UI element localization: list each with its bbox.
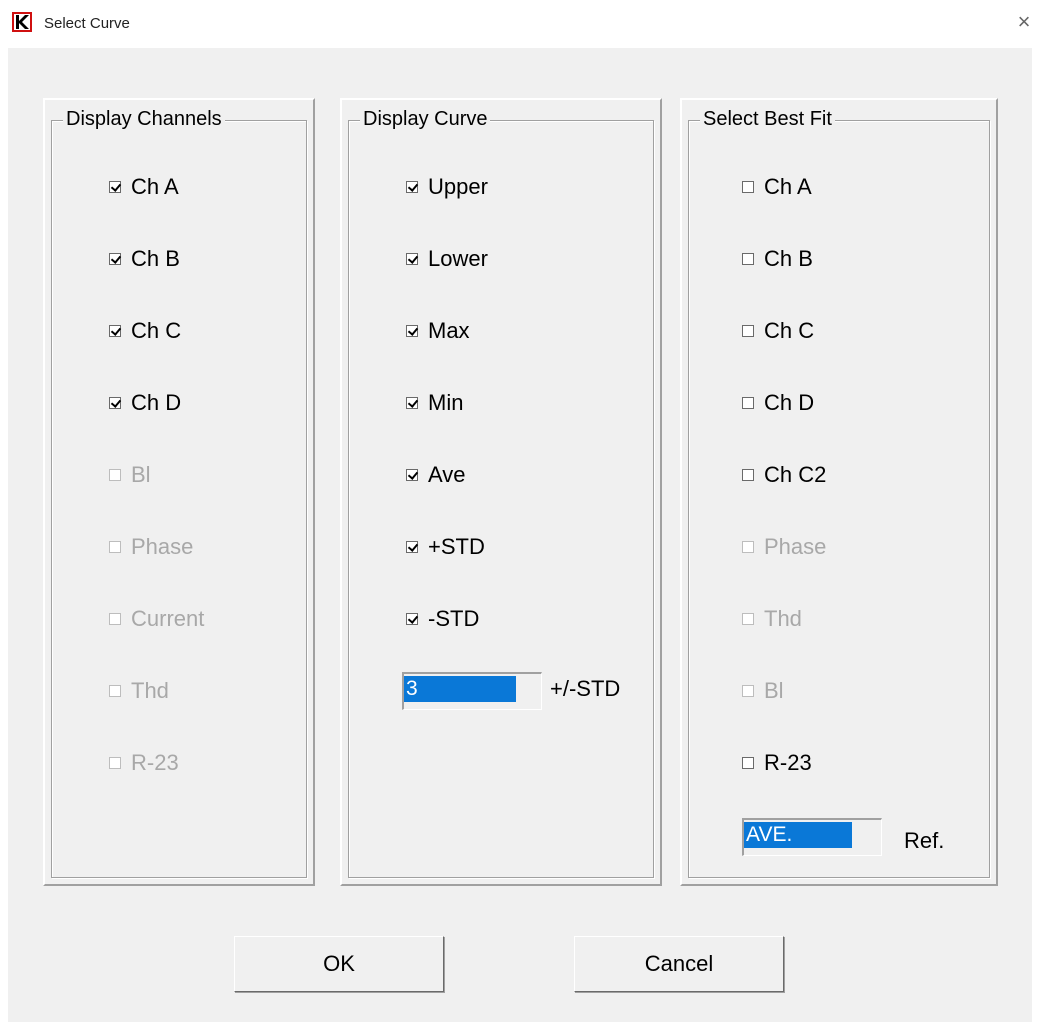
group-frame: [688, 120, 990, 878]
group-title: Display Channels: [63, 106, 225, 132]
checkbox-fit-ch-c2[interactable]: Ch C2: [742, 460, 826, 490]
checkbox-current: Current: [109, 604, 204, 634]
group-frame: [348, 120, 654, 878]
checkbox-checked-icon[interactable]: [109, 181, 121, 193]
checkbox-label: Ch B: [131, 246, 180, 271]
checkbox-minus-std[interactable]: -STD: [406, 604, 479, 634]
std-value-field[interactable]: 3: [402, 672, 542, 710]
checkbox-label: Current: [131, 606, 205, 631]
checkbox-label: R-23: [131, 750, 179, 775]
checkbox-fit-thd: Thd: [742, 604, 802, 634]
checkbox-label: Lower: [428, 246, 488, 271]
checkbox-label: Max: [428, 318, 470, 343]
checkbox-r-23: R-23: [109, 748, 179, 778]
app-logo-icon: [12, 12, 32, 32]
checkbox-label: Ch C: [764, 318, 815, 343]
checkbox-ave[interactable]: Ave: [406, 460, 466, 490]
checkbox-ch-d[interactable]: Ch D: [109, 388, 181, 418]
checkbox-max[interactable]: Max: [406, 316, 470, 346]
checkbox-checked-icon[interactable]: [109, 325, 121, 337]
checkbox-bl: Bl: [109, 460, 151, 490]
checkbox-plus-std[interactable]: +STD: [406, 532, 485, 562]
checkbox-label: Ch C: [131, 318, 182, 343]
checkbox-fit-r-23[interactable]: R-23: [742, 748, 812, 778]
checkbox-unchecked-icon: [742, 613, 754, 625]
checkbox-unchecked-icon: [109, 685, 121, 697]
ok-button[interactable]: OK: [234, 936, 444, 992]
close-icon[interactable]: ×: [1010, 8, 1038, 36]
checkbox-ch-a[interactable]: Ch A: [109, 172, 179, 202]
checkbox-fit-ch-a[interactable]: Ch A: [742, 172, 812, 202]
checkbox-label: Ch A: [131, 174, 179, 199]
checkbox-unchecked-icon[interactable]: [742, 325, 754, 337]
checkbox-fit-bl: Bl: [742, 676, 784, 706]
select-best-fit-panel: Select Best Fit Ch A Ch B Ch C Ch D Ch C…: [680, 98, 998, 886]
checkbox-unchecked-icon[interactable]: [742, 181, 754, 193]
std-field-label: +/-STD: [550, 676, 621, 701]
checkbox-label: Bl: [131, 462, 151, 487]
ref-value-text[interactable]: AVE.: [744, 822, 852, 848]
checkbox-lower[interactable]: Lower: [406, 244, 488, 274]
checkbox-label: Min: [428, 390, 464, 415]
checkbox-unchecked-icon: [109, 541, 121, 553]
checkbox-checked-icon[interactable]: [406, 613, 418, 625]
checkbox-label: +STD: [428, 534, 485, 559]
checkbox-thd: Thd: [109, 676, 169, 706]
title-bar: Select Curve ×: [0, 0, 1040, 48]
ref-field-label: Ref.: [904, 828, 945, 853]
checkbox-upper[interactable]: Upper: [406, 172, 488, 202]
checkbox-checked-icon[interactable]: [406, 397, 418, 409]
std-value-text[interactable]: 3: [404, 676, 516, 702]
group-frame: [51, 120, 307, 878]
checkbox-unchecked-icon: [109, 469, 121, 481]
group-title: Select Best Fit: [700, 106, 835, 132]
checkbox-unchecked-icon[interactable]: [742, 397, 754, 409]
display-curve-panel: Display Curve Upper Lower Max Min Ave +S…: [340, 98, 662, 886]
checkbox-min[interactable]: Min: [406, 388, 463, 418]
checkbox-checked-icon[interactable]: [406, 325, 418, 337]
ref-value-field[interactable]: AVE.: [742, 818, 882, 856]
checkbox-label: Ch D: [131, 390, 182, 415]
checkbox-unchecked-icon: [742, 541, 754, 553]
group-title: Display Curve: [360, 106, 491, 132]
checkbox-label: Ch B: [764, 246, 813, 271]
checkbox-label: Ch A: [764, 174, 812, 199]
checkbox-checked-icon[interactable]: [406, 181, 418, 193]
checkbox-ch-b[interactable]: Ch B: [109, 244, 180, 274]
checkbox-phase: Phase: [109, 532, 193, 562]
checkbox-checked-icon[interactable]: [109, 253, 121, 265]
checkbox-fit-ch-d[interactable]: Ch D: [742, 388, 814, 418]
checkbox-label: Upper: [428, 174, 488, 199]
checkbox-ch-c[interactable]: Ch C: [109, 316, 181, 346]
checkbox-checked-icon[interactable]: [406, 469, 418, 481]
display-channels-panel: Display Channels Ch A Ch B Ch C Ch D Bl …: [43, 98, 315, 886]
checkbox-unchecked-icon: [742, 685, 754, 697]
checkbox-unchecked-icon[interactable]: [742, 253, 754, 265]
checkbox-label: R-23: [764, 750, 812, 775]
checkbox-unchecked-icon[interactable]: [742, 469, 754, 481]
checkbox-fit-phase: Phase: [742, 532, 826, 562]
checkbox-checked-icon[interactable]: [406, 253, 418, 265]
checkbox-label: Ch D: [764, 390, 815, 415]
checkbox-checked-icon[interactable]: [109, 397, 121, 409]
dialog-body: Display Channels Ch A Ch B Ch C Ch D Bl …: [8, 48, 1032, 1022]
checkbox-unchecked-icon: [109, 613, 121, 625]
checkbox-label: Thd: [764, 606, 802, 631]
cancel-button[interactable]: Cancel: [574, 936, 784, 992]
checkbox-unchecked-icon: [109, 757, 121, 769]
checkbox-fit-ch-c[interactable]: Ch C: [742, 316, 814, 346]
checkbox-label: -STD: [428, 606, 480, 631]
checkbox-label: Bl: [764, 678, 784, 703]
checkbox-fit-ch-b[interactable]: Ch B: [742, 244, 813, 274]
checkbox-label: Thd: [131, 678, 169, 703]
checkbox-label: Ave: [428, 462, 466, 487]
checkbox-unchecked-icon[interactable]: [742, 757, 754, 769]
checkbox-label: Phase: [764, 534, 827, 559]
window-title: Select Curve: [44, 15, 130, 32]
checkbox-label: Phase: [131, 534, 194, 559]
checkbox-checked-icon[interactable]: [406, 541, 418, 553]
checkbox-label: Ch C2: [764, 462, 827, 487]
